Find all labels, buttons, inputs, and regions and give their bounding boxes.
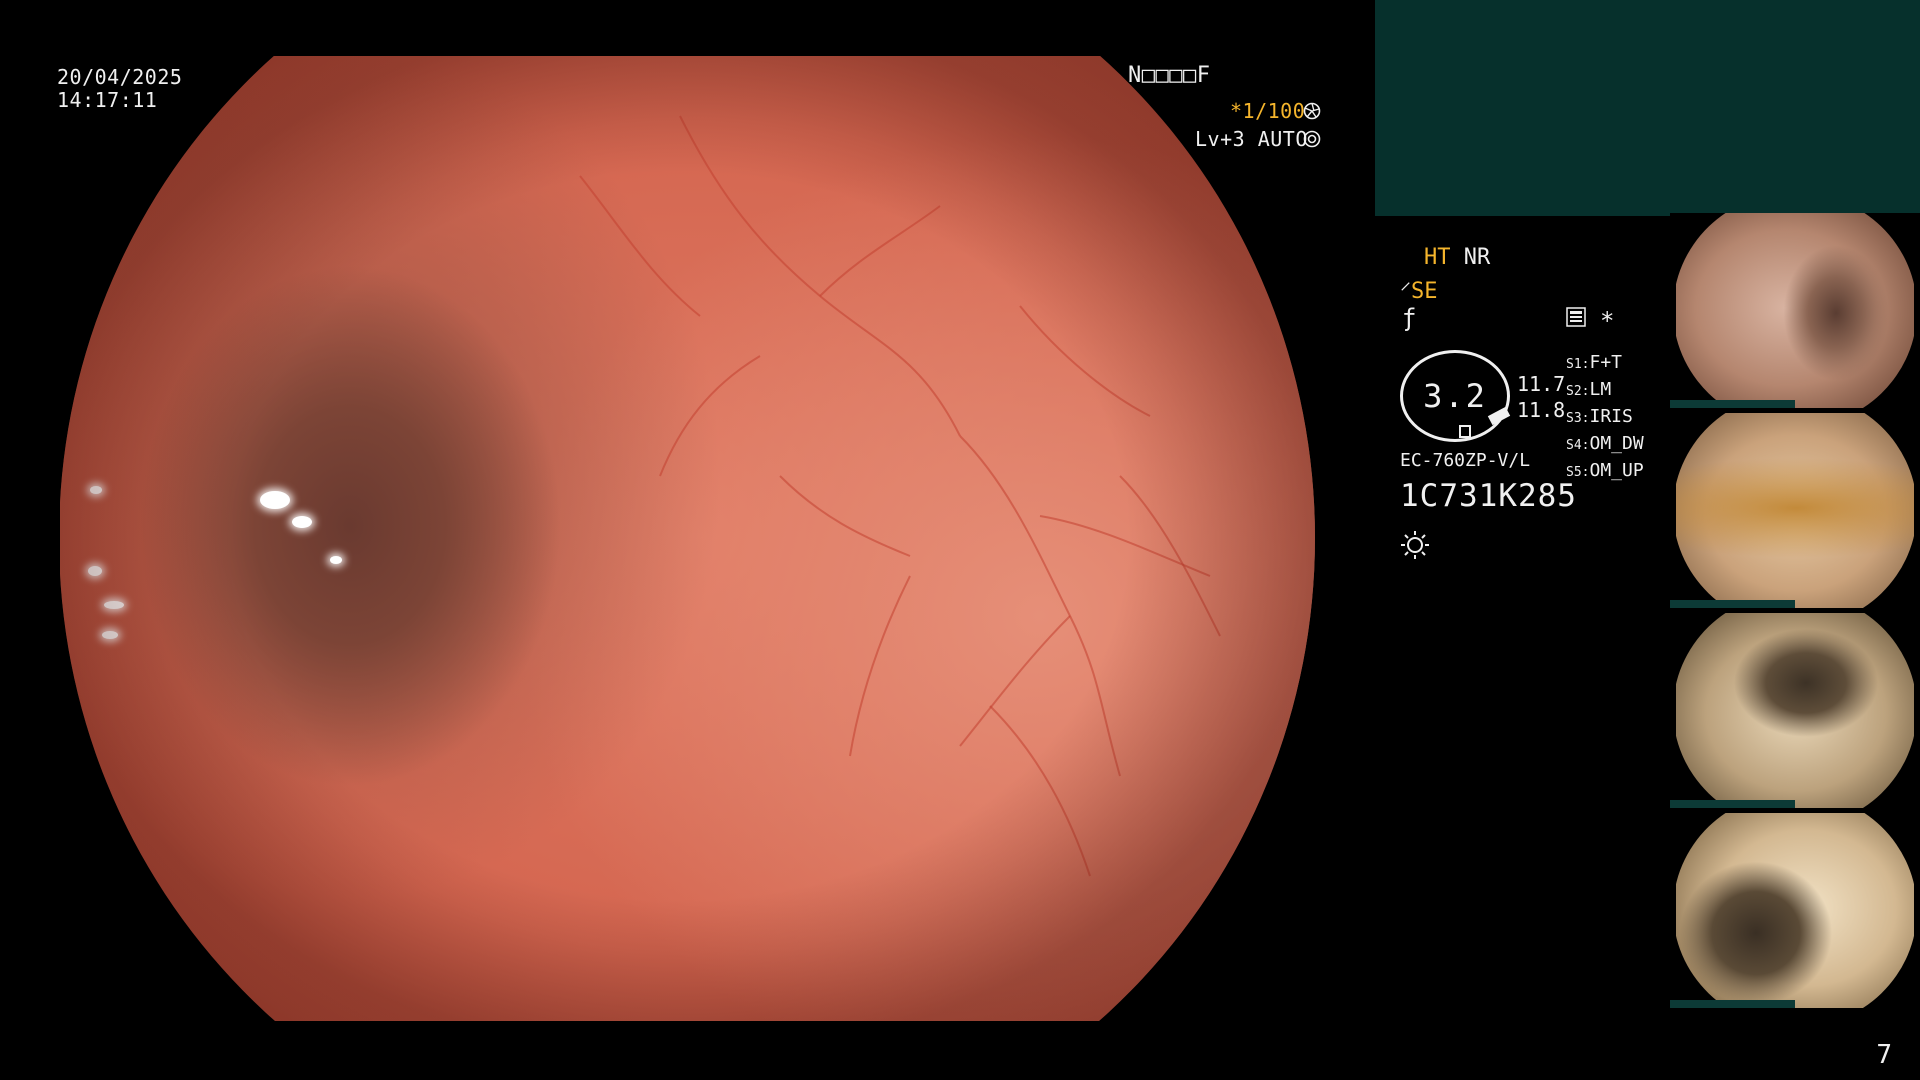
info-panel-header: [1375, 0, 1920, 216]
thumbnail-bar: [1670, 400, 1795, 408]
light-reflection: [260, 491, 290, 509]
zoom-value: 3.2: [1423, 377, 1487, 415]
switch-row: S3:IRIS: [1566, 406, 1633, 427]
switch-list: S1:F+T S2:LM S3:IRIS S4:OM_DW S5:OM_UP: [1566, 350, 1644, 485]
processing-modes: HT NR: [1424, 245, 1490, 270]
se-symbol: ⸍: [1400, 279, 1412, 304]
header-code: N□□□□F: [1128, 63, 1211, 88]
endoscope-main-image: [60, 56, 1315, 1021]
se-label: SE: [1411, 279, 1438, 304]
capture-thumbnail[interactable]: [1670, 213, 1920, 408]
zoom-low: 11.8: [1517, 398, 1566, 422]
switch-row: S4:OM_DW: [1566, 433, 1644, 454]
zoom-gauge: 3.2: [1400, 350, 1511, 442]
light-reflection: [330, 556, 342, 564]
star-indicator: *: [1600, 307, 1615, 335]
structure-enhancement: ⸍SE: [1400, 275, 1438, 305]
target-icon: [1303, 130, 1321, 148]
exam-time: 14:17:11: [57, 88, 158, 112]
capture-thumbnail[interactable]: [1670, 413, 1920, 608]
scope-serial: 1C731K285: [1400, 478, 1577, 514]
shutter-speed: *1/100: [1230, 99, 1306, 123]
exam-date: 20/04/2025: [57, 65, 183, 89]
switch-row: S1:F+T: [1566, 352, 1622, 373]
light-reflection: [90, 486, 102, 494]
brightness-level: Lv+3 AUTO: [1195, 127, 1308, 151]
thumbnail-image: [1676, 413, 1914, 608]
light-reflection: [102, 631, 118, 639]
scope-model: EC-760ZP-V/L: [1400, 450, 1531, 471]
thumbnail-image: [1676, 613, 1914, 808]
memory-card-icon: [1566, 307, 1586, 327]
switch-row: S5:OM_UP: [1566, 460, 1644, 481]
sun-icon: [1401, 531, 1429, 559]
thumbnail-bar: [1670, 600, 1795, 608]
capture-thumbnail[interactable]: [1670, 613, 1920, 808]
light-reflection: [88, 566, 102, 576]
mode-ht: HT: [1424, 245, 1451, 270]
thumbnail-bar: [1670, 1000, 1795, 1008]
zoom-marker: [1459, 425, 1471, 438]
light-reflection: [104, 601, 124, 609]
zoom-high: 11.7: [1517, 372, 1566, 396]
light-reflection: [292, 516, 312, 528]
aperture-icon: [1303, 102, 1321, 120]
switch-row: S2:LM: [1566, 379, 1612, 400]
mode-nr: NR: [1463, 245, 1491, 270]
capture-thumbnail[interactable]: [1670, 813, 1920, 1008]
thumbnail-bar: [1670, 800, 1795, 808]
mucosa-vessels: [579, 115, 1221, 877]
page-number: 7: [1876, 1040, 1892, 1070]
f-symbol: ƒ: [1402, 304, 1417, 332]
thumbnail-image: [1676, 813, 1914, 1008]
thumbnail-image: [1676, 213, 1914, 408]
